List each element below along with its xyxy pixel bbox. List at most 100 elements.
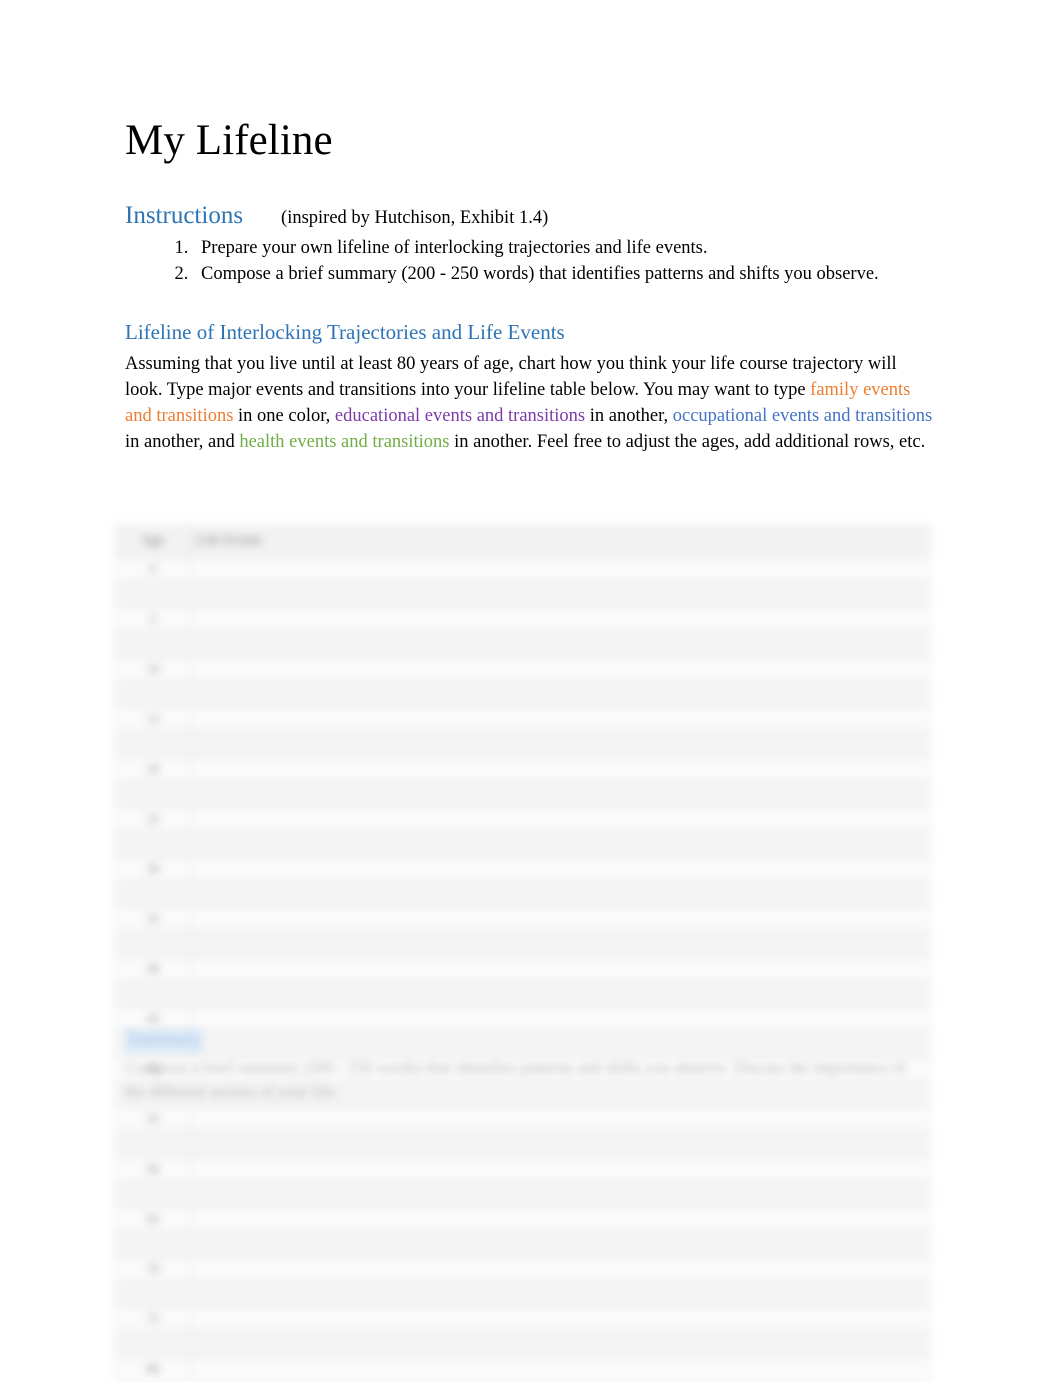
cell-life-events[interactable]	[190, 631, 930, 657]
lifeline-table[interactable]: Age Life Events 0 5 10 15 20 25 30 35 40 45 50 55 60…	[115, 525, 930, 1382]
table-row[interactable]	[115, 931, 930, 957]
table-row[interactable]: 25	[115, 806, 930, 832]
cell-age[interactable]: 15	[115, 706, 191, 732]
table-row[interactable]: 0	[115, 556, 930, 582]
table-row[interactable]	[115, 681, 930, 707]
table-row[interactable]	[115, 731, 930, 757]
cell-life-events[interactable]	[190, 1106, 930, 1132]
cell-age[interactable]: 40	[115, 956, 191, 982]
table-row[interactable]	[115, 1231, 930, 1257]
cell-life-events[interactable]	[190, 681, 930, 707]
table-row[interactable]: 10	[115, 656, 930, 682]
table-row[interactable]	[115, 881, 930, 907]
cell-age[interactable]: 25	[115, 806, 191, 832]
cell-life-events[interactable]	[190, 1281, 930, 1307]
cell-life-events[interactable]	[190, 1156, 930, 1182]
table-row[interactable]	[115, 981, 930, 1007]
table-row[interactable]: 70	[115, 1256, 930, 1282]
cell-life-events[interactable]	[190, 956, 930, 982]
table-row[interactable]: 35	[115, 906, 930, 932]
table-row[interactable]: 40	[115, 956, 930, 982]
cell-age[interactable]	[115, 781, 191, 807]
cell-age[interactable]	[115, 881, 191, 907]
cell-age[interactable]: 65	[115, 1206, 191, 1232]
table-row[interactable]	[115, 831, 930, 857]
cell-life-events[interactable]	[190, 1131, 930, 1157]
cell-life-events[interactable]	[190, 881, 930, 907]
cell-life-events[interactable]	[190, 781, 930, 807]
cell-age[interactable]: 35	[115, 906, 191, 932]
lifeline-table-body[interactable]: 0 5 10 15 20 25 30 35 40 45 50 55 60 65 70 75 80	[115, 556, 930, 1382]
list-item: Compose a brief summary (200 - 250 words…	[193, 261, 937, 287]
cell-age[interactable]	[115, 1181, 191, 1207]
cell-life-events[interactable]	[190, 1331, 930, 1357]
cell-life-events[interactable]	[190, 1256, 930, 1282]
cell-life-events[interactable]	[190, 1181, 930, 1207]
cell-age[interactable]	[115, 1231, 191, 1257]
cell-age[interactable]	[115, 1281, 191, 1307]
cell-life-events[interactable]	[190, 856, 930, 882]
paragraph-text-part-2: in one color,	[233, 405, 335, 426]
cell-life-events[interactable]	[190, 1306, 930, 1332]
cell-age[interactable]	[115, 981, 191, 1007]
cell-age[interactable]	[115, 831, 191, 857]
cell-age[interactable]	[115, 1331, 191, 1357]
cell-age[interactable]	[115, 931, 191, 957]
table-row[interactable]	[115, 1131, 930, 1157]
educational-events-phrase: educational events and transitions	[334, 405, 586, 426]
cell-life-events[interactable]	[190, 756, 930, 782]
cell-life-events[interactable]	[190, 731, 930, 757]
cell-life-events[interactable]	[190, 1206, 930, 1232]
list-item: Prepare your own lifeline of interlockin…	[193, 235, 937, 261]
instructions-heading-row: Instructions (inspired by Hutchison, Exh…	[125, 202, 937, 230]
lifeline-table-head: Age Life Events	[115, 525, 930, 557]
cell-age[interactable]	[115, 731, 191, 757]
cell-age[interactable]: 80	[115, 1356, 191, 1382]
column-header-life-events: Life Events	[190, 525, 930, 557]
cell-life-events[interactable]	[190, 906, 930, 932]
cell-age[interactable]: 75	[115, 1306, 191, 1332]
table-row[interactable]: 80	[115, 1356, 930, 1382]
table-row[interactable]: 60	[115, 1156, 930, 1182]
cell-age[interactable]: 60	[115, 1156, 191, 1182]
cell-life-events[interactable]	[190, 931, 930, 957]
cell-life-events[interactable]	[190, 831, 930, 857]
table-row[interactable]: 30	[115, 856, 930, 882]
cell-life-events[interactable]	[190, 581, 930, 607]
cell-life-events[interactable]	[190, 606, 930, 632]
table-row[interactable]: 65	[115, 1206, 930, 1232]
table-row[interactable]	[115, 631, 930, 657]
cell-life-events[interactable]	[190, 806, 930, 832]
lifeline-section-heading: Lifeline of Interlocking Trajectories an…	[125, 320, 565, 345]
table-row[interactable]: 55	[115, 1106, 930, 1132]
cell-age[interactable]: 30	[115, 856, 191, 882]
summary-body[interactable]: Compose a brief summary (200 - 250 words…	[125, 1056, 915, 1104]
cell-life-events[interactable]	[190, 981, 930, 1007]
lifeline-table-region[interactable]: Age Life Events 0 5 10 15 20 25 30 35 40 45 50 55 60…	[110, 521, 935, 1382]
cell-age[interactable]: 20	[115, 756, 191, 782]
table-row[interactable]: 15	[115, 706, 930, 732]
lifeline-instructions-paragraph: Assuming that you live until at least 80…	[125, 351, 937, 455]
cell-age[interactable]: 55	[115, 1106, 191, 1132]
table-row[interactable]	[115, 781, 930, 807]
cell-age[interactable]: 10	[115, 656, 191, 682]
cell-age[interactable]	[115, 631, 191, 657]
table-row[interactable]: 75	[115, 1306, 930, 1332]
cell-life-events[interactable]	[190, 1356, 930, 1382]
cell-life-events[interactable]	[190, 1231, 930, 1257]
table-row[interactable]: 20	[115, 756, 930, 782]
cell-life-events[interactable]	[190, 706, 930, 732]
cell-age[interactable]: 0	[115, 556, 191, 582]
table-row[interactable]	[115, 1331, 930, 1357]
cell-age[interactable]: 5	[115, 606, 191, 632]
table-row[interactable]: 5	[115, 606, 930, 632]
cell-age[interactable]	[115, 1131, 191, 1157]
table-row[interactable]	[115, 1281, 930, 1307]
cell-life-events[interactable]	[190, 556, 930, 582]
cell-life-events[interactable]	[190, 656, 930, 682]
cell-age[interactable]: 70	[115, 1256, 191, 1282]
table-row[interactable]	[115, 1181, 930, 1207]
cell-age[interactable]	[115, 581, 191, 607]
cell-age[interactable]	[115, 681, 191, 707]
table-row[interactable]	[115, 581, 930, 607]
